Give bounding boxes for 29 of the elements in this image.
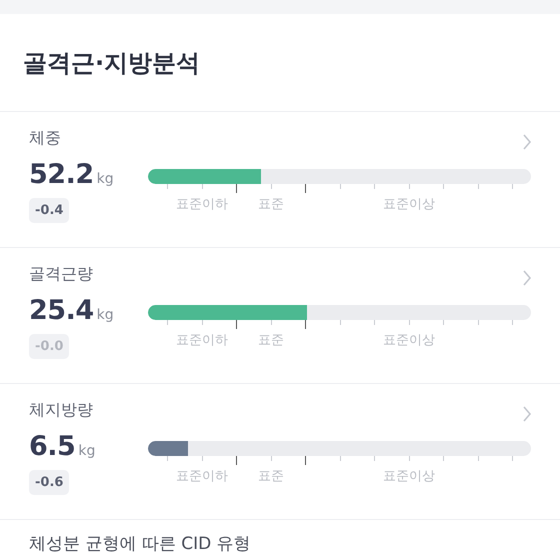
metric-row[interactable]: 체지방량 6.5 kg -0.6 표준이하 표준 표준이상 xyxy=(0,384,560,520)
metric-name: 체지방량 xyxy=(29,400,94,421)
unit-label: kg xyxy=(96,307,114,323)
metric-row[interactable]: 골격근량 25.4 kg -0.0 표준이하 표준 표준이상 xyxy=(0,248,560,384)
scale-label: 표준이상 xyxy=(383,468,435,485)
change-badge: -0.4 xyxy=(29,198,70,223)
scale-label: 표준이하 xyxy=(176,332,228,349)
scale-label: 표준 xyxy=(258,196,284,213)
scale-label: 표준이하 xyxy=(176,196,228,213)
section-title: 골격근·지방분석 xyxy=(23,48,200,78)
chevron-right-icon xyxy=(522,406,532,422)
metric-value: 6.5 xyxy=(29,431,76,462)
chevron-right-icon xyxy=(522,270,532,286)
unit-label: kg xyxy=(78,443,96,459)
metric-row[interactable]: 체중 52.2 kg -0.4 표준이하 표준 표준이상 xyxy=(0,112,560,248)
scale-label: 표준 xyxy=(258,332,284,349)
change-badge: -0.0 xyxy=(29,334,70,359)
section-heading: 체성분 균형에 따른 CID 유형 xyxy=(29,533,252,555)
metric-value: 52.2 xyxy=(29,159,94,190)
unit-label: kg xyxy=(96,171,114,187)
scale-label: 표준 xyxy=(258,468,284,485)
change-badge: -0.6 xyxy=(29,470,70,495)
chevron-right-icon xyxy=(522,134,532,150)
scale-label: 표준이하 xyxy=(176,468,228,485)
scale-label: 표준이상 xyxy=(383,332,435,349)
metric-name: 골격근량 xyxy=(29,264,94,285)
scale-label: 표준이상 xyxy=(383,196,435,213)
metric-name: 체중 xyxy=(29,128,62,149)
metric-value: 25.4 xyxy=(29,295,94,326)
